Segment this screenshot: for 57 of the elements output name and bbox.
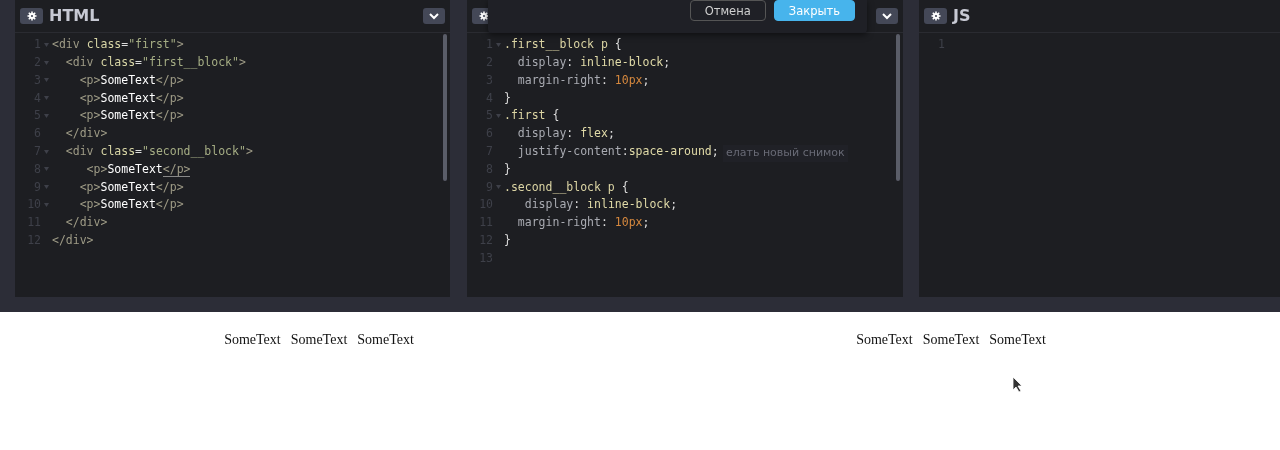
- code-line: </div>: [64, 125, 108, 143]
- fold-arrow-icon[interactable]: [44, 114, 49, 119]
- chevron-down-icon: [429, 12, 439, 20]
- code-line: .second__block p {: [504, 178, 629, 196]
- code-line: }: [504, 232, 511, 250]
- preview-text: SomeText: [290, 331, 348, 349]
- settings-button[interactable]: [924, 8, 947, 24]
- code-line: <p>SomeText</p>: [78, 71, 184, 89]
- panel-title: HTML: [49, 5, 100, 27]
- code-line: display: flex;: [516, 125, 615, 143]
- code-line: <p>SomeText</p>: [78, 107, 184, 125]
- code-line: <div class="first">: [52, 36, 184, 54]
- code-line: <div class="first__block">: [64, 54, 246, 72]
- faded-tooltip: елать новый снимок: [723, 145, 848, 162]
- scrollbar[interactable]: [896, 34, 900, 181]
- code-line: display: inline-block;: [516, 54, 671, 72]
- code-line: .first {: [504, 107, 560, 125]
- scrollbar[interactable]: [443, 34, 447, 181]
- collapse-button[interactable]: [876, 8, 898, 24]
- fold-arrow-icon[interactable]: [496, 114, 501, 119]
- fold-arrow-icon[interactable]: [496, 185, 501, 190]
- preview-text: SomeText: [856, 331, 913, 349]
- code-line: display: inline-block;: [523, 196, 678, 214]
- cancel-button[interactable]: Отмена: [689, 0, 766, 21]
- fold-arrow-icon[interactable]: [44, 149, 49, 154]
- preview-text: SomeText: [922, 331, 980, 349]
- gear-icon: [930, 11, 941, 21]
- code-line: }: [504, 160, 511, 178]
- code-line: <p>SomeText</p>: [78, 178, 184, 196]
- code-line: margin-right: 10px;: [516, 71, 650, 89]
- fold-arrow-icon[interactable]: [44, 78, 49, 83]
- preview-text: SomeText: [357, 331, 414, 349]
- code-line: margin-right: 10px;: [516, 214, 650, 232]
- code-line: <p>SomeText</p>: [78, 196, 184, 214]
- collapse-button[interactable]: [423, 8, 445, 24]
- settings-button[interactable]: [20, 8, 43, 24]
- fold-arrow-icon[interactable]: [44, 167, 49, 172]
- panel-title: JS: [953, 5, 971, 27]
- preview-text: SomeText: [224, 331, 281, 349]
- code-line: justify-content:space-around;: [516, 143, 719, 161]
- fold-arrow-icon[interactable]: [44, 185, 49, 190]
- code-line: </div>: [52, 232, 94, 250]
- gear-icon: [26, 11, 37, 21]
- fold-arrow-icon[interactable]: [44, 42, 49, 47]
- fold-arrow-icon[interactable]: [496, 42, 501, 47]
- fold-arrow-icon[interactable]: [44, 96, 49, 101]
- fold-arrow-icon[interactable]: [44, 60, 49, 65]
- chevron-down-icon: [882, 12, 892, 20]
- fold-arrow-icon[interactable]: [44, 203, 49, 208]
- code-line: }: [504, 89, 511, 107]
- code-line: <p>SomeText</p>: [85, 160, 191, 179]
- code-line: <p>SomeText</p>: [78, 89, 184, 107]
- code-line: .first__block p {: [504, 36, 622, 54]
- preview-text: SomeText: [989, 331, 1046, 349]
- code-line: <div class="second__block">: [64, 143, 253, 161]
- pointer-cursor-icon: [1012, 376, 1023, 393]
- code-line: </div>: [64, 214, 108, 232]
